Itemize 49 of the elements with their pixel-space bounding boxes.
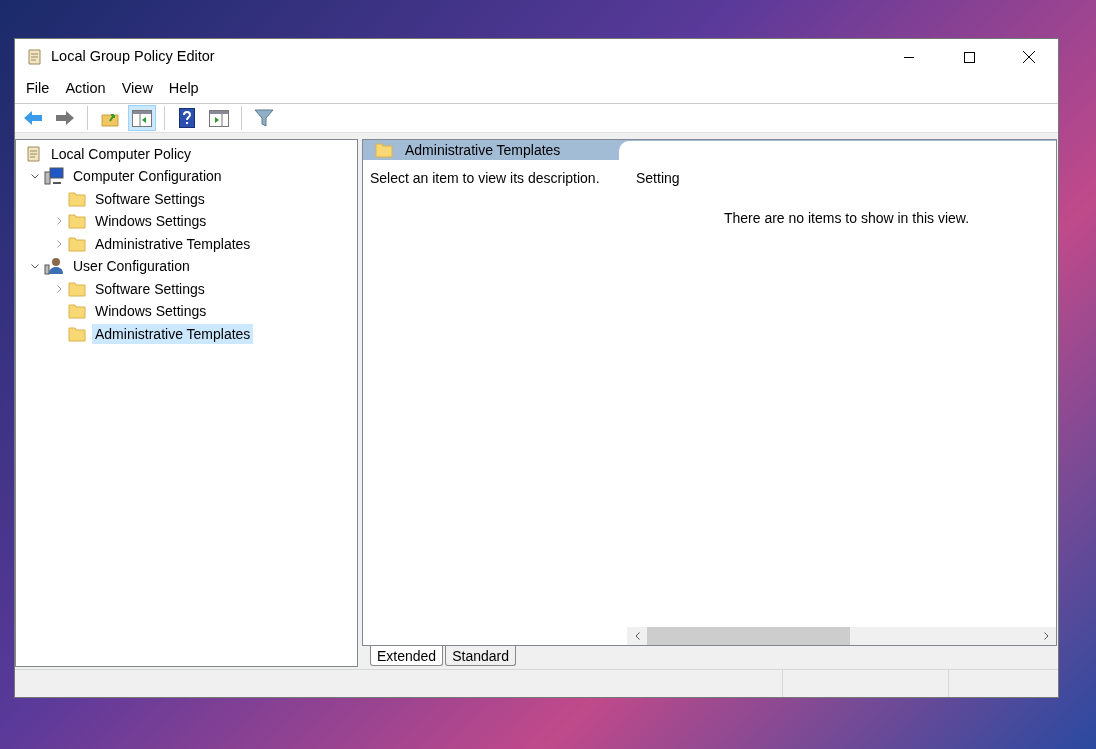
view-tab[interactable]: Extended: [370, 646, 444, 667]
view-tab[interactable]: Standard: [445, 646, 516, 667]
scroll-icon: [24, 144, 42, 163]
chevron-right-icon[interactable]: [56, 217, 62, 226]
menu-item[interactable]: Help: [160, 78, 207, 101]
users-icon: [44, 257, 64, 276]
chevron-down-icon[interactable]: [31, 173, 39, 179]
close-icon[interactable]: [1023, 51, 1035, 64]
computer-icon: [44, 167, 64, 186]
tree-item[interactable]: Windows Settings: [92, 211, 210, 232]
tree-item[interactable]: Local Computer Policy: [48, 143, 195, 164]
folder-icon: [68, 190, 86, 207]
action-pane-icon: [209, 109, 229, 127]
chevron-down-icon[interactable]: [31, 263, 39, 269]
folder-icon: [68, 213, 86, 230]
minimize-icon[interactable]: [904, 56, 914, 58]
empty-message: There are no items to show in this view.: [723, 210, 970, 227]
folder-icon: [68, 235, 86, 252]
scrollbar-thumb[interactable]: [647, 627, 850, 646]
menu-item[interactable]: View: [113, 78, 161, 101]
horizontal-scrollbar[interactable]: [627, 627, 1056, 646]
tree-item[interactable]: Software Settings: [92, 278, 208, 299]
chevron-right-icon[interactable]: [56, 284, 62, 293]
tree-item[interactable]: Software Settings: [92, 188, 208, 209]
window-title: Local Group Policy Editor: [51, 47, 215, 67]
menu-item[interactable]: Action: [57, 78, 114, 101]
back-arrow-icon: [23, 110, 43, 127]
scroll-right-icon[interactable]: [1043, 632, 1049, 641]
column-header[interactable]: Setting: [636, 170, 680, 187]
filter-icon: [254, 109, 274, 128]
maximize-icon[interactable]: [964, 51, 975, 63]
tree-item[interactable]: Administrative Templates: [92, 323, 254, 344]
header-title: Administrative Templates: [405, 140, 561, 160]
tree-item[interactable]: Computer Configuration: [70, 166, 225, 187]
scroll-icon: [25, 48, 43, 67]
folder-icon: [375, 142, 393, 159]
tree-item[interactable]: Windows Settings: [92, 301, 210, 322]
menu-item[interactable]: File: [18, 78, 58, 101]
scroll-left-icon[interactable]: [634, 632, 640, 641]
tree-item[interactable]: User Configuration: [70, 256, 193, 277]
tree-item[interactable]: Administrative Templates: [92, 233, 254, 254]
description-text: Select an item to view its description.: [370, 170, 600, 187]
folder-icon: [68, 280, 86, 297]
chevron-right-icon[interactable]: [56, 239, 62, 248]
forward-arrow-icon: [55, 110, 75, 127]
folder-icon: [68, 325, 86, 342]
console-tree-icon: [132, 109, 152, 127]
help-icon: [179, 108, 195, 129]
folder-icon: [68, 303, 86, 320]
